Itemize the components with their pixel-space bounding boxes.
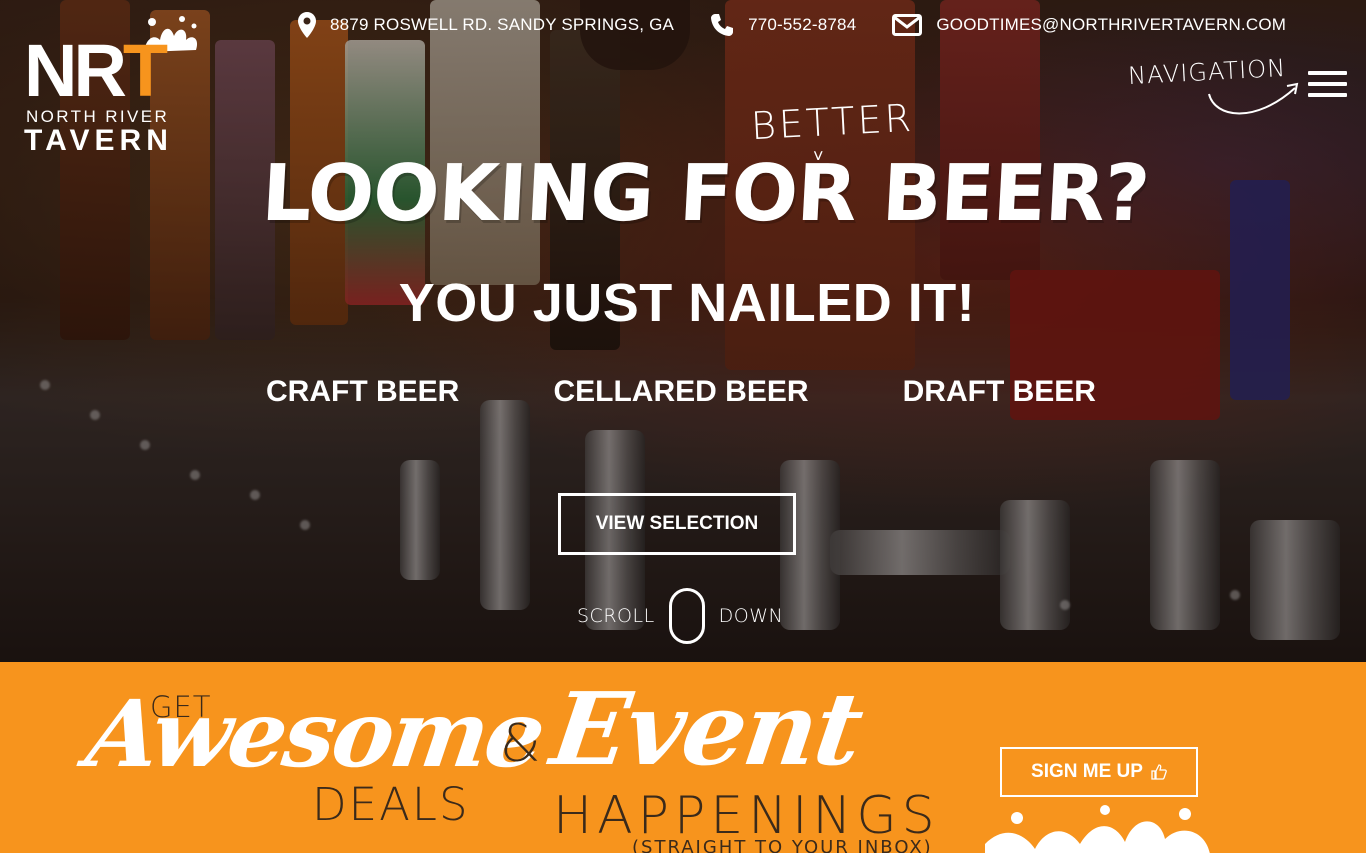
phone-text: 770-552-8784 bbox=[748, 15, 857, 34]
curved-arrow-icon bbox=[1208, 82, 1299, 115]
view-selection-button[interactable]: VIEW SELECTION bbox=[558, 493, 796, 555]
contact-bar: 8879 ROSWELL RD. SANDY SPRINGS, GA 770-5… bbox=[298, 10, 1322, 40]
scroll-down-indicator[interactable]: SCROLL DOWN bbox=[577, 588, 783, 644]
email-text: GOODTIMES@NORTHRIVERTAVERN.COM bbox=[936, 15, 1287, 34]
thumbs-up-icon bbox=[1151, 764, 1167, 780]
sign-me-up-label: SIGN ME UP bbox=[1031, 761, 1143, 782]
logo-mark: NRT bbox=[24, 29, 168, 112]
mouse-icon bbox=[668, 588, 705, 644]
phone-link[interactable]: 770-552-8784 bbox=[710, 13, 856, 37]
address-text: 8879 ROSWELL RD. SANDY SPRINGS, GA bbox=[330, 15, 675, 34]
sign-me-up-button[interactable]: SIGN ME UP bbox=[1000, 747, 1198, 797]
hamburger-bar bbox=[1308, 71, 1347, 75]
ampersand-text: & bbox=[500, 714, 541, 774]
cellared-beer-link[interactable]: CELLARED BEER bbox=[553, 375, 808, 409]
scroll-label: SCROLL bbox=[577, 605, 655, 627]
email-link[interactable]: GOODTIMES@NORTHRIVERTAVERN.COM bbox=[892, 14, 1286, 36]
map-pin-icon bbox=[298, 12, 316, 38]
hero-subheadline: YOU JUST NAILED IT! bbox=[398, 273, 976, 333]
site-logo[interactable]: NRT NORTH RIVER TAVERN bbox=[24, 14, 198, 159]
craft-beer-link[interactable]: CRAFT BEER bbox=[266, 375, 459, 409]
inbox-subtext: (STRAIGHT TO YOUR INBOX) bbox=[632, 837, 933, 853]
deals-text: DEALS bbox=[312, 778, 470, 831]
menu-toggle-button[interactable] bbox=[1308, 71, 1347, 97]
down-label: DOWN bbox=[718, 605, 784, 627]
hamburger-bar bbox=[1308, 93, 1347, 97]
better-annotation: BETTER bbox=[749, 95, 916, 149]
beer-categories: CRAFT BEER CELLARED BEER DRAFT BEER bbox=[266, 375, 1096, 409]
envelope-icon bbox=[892, 14, 923, 36]
get-text: GET bbox=[150, 690, 212, 724]
event-script-text: Event bbox=[544, 670, 869, 788]
hamburger-bar bbox=[1308, 82, 1347, 86]
phone-icon bbox=[711, 14, 734, 36]
address-link[interactable]: 8879 ROSWELL RD. SANDY SPRINGS, GA bbox=[298, 12, 674, 38]
hero-headline: LOOKING FOR BEER? bbox=[259, 149, 1151, 239]
splash-icon bbox=[985, 805, 1210, 853]
newsletter-band: Awesome GET DEALS & Event HAPPENINGS (ST… bbox=[0, 662, 1366, 853]
draft-beer-link[interactable]: DRAFT BEER bbox=[903, 375, 1096, 409]
logo-line-tavern: TAVERN bbox=[24, 124, 173, 157]
